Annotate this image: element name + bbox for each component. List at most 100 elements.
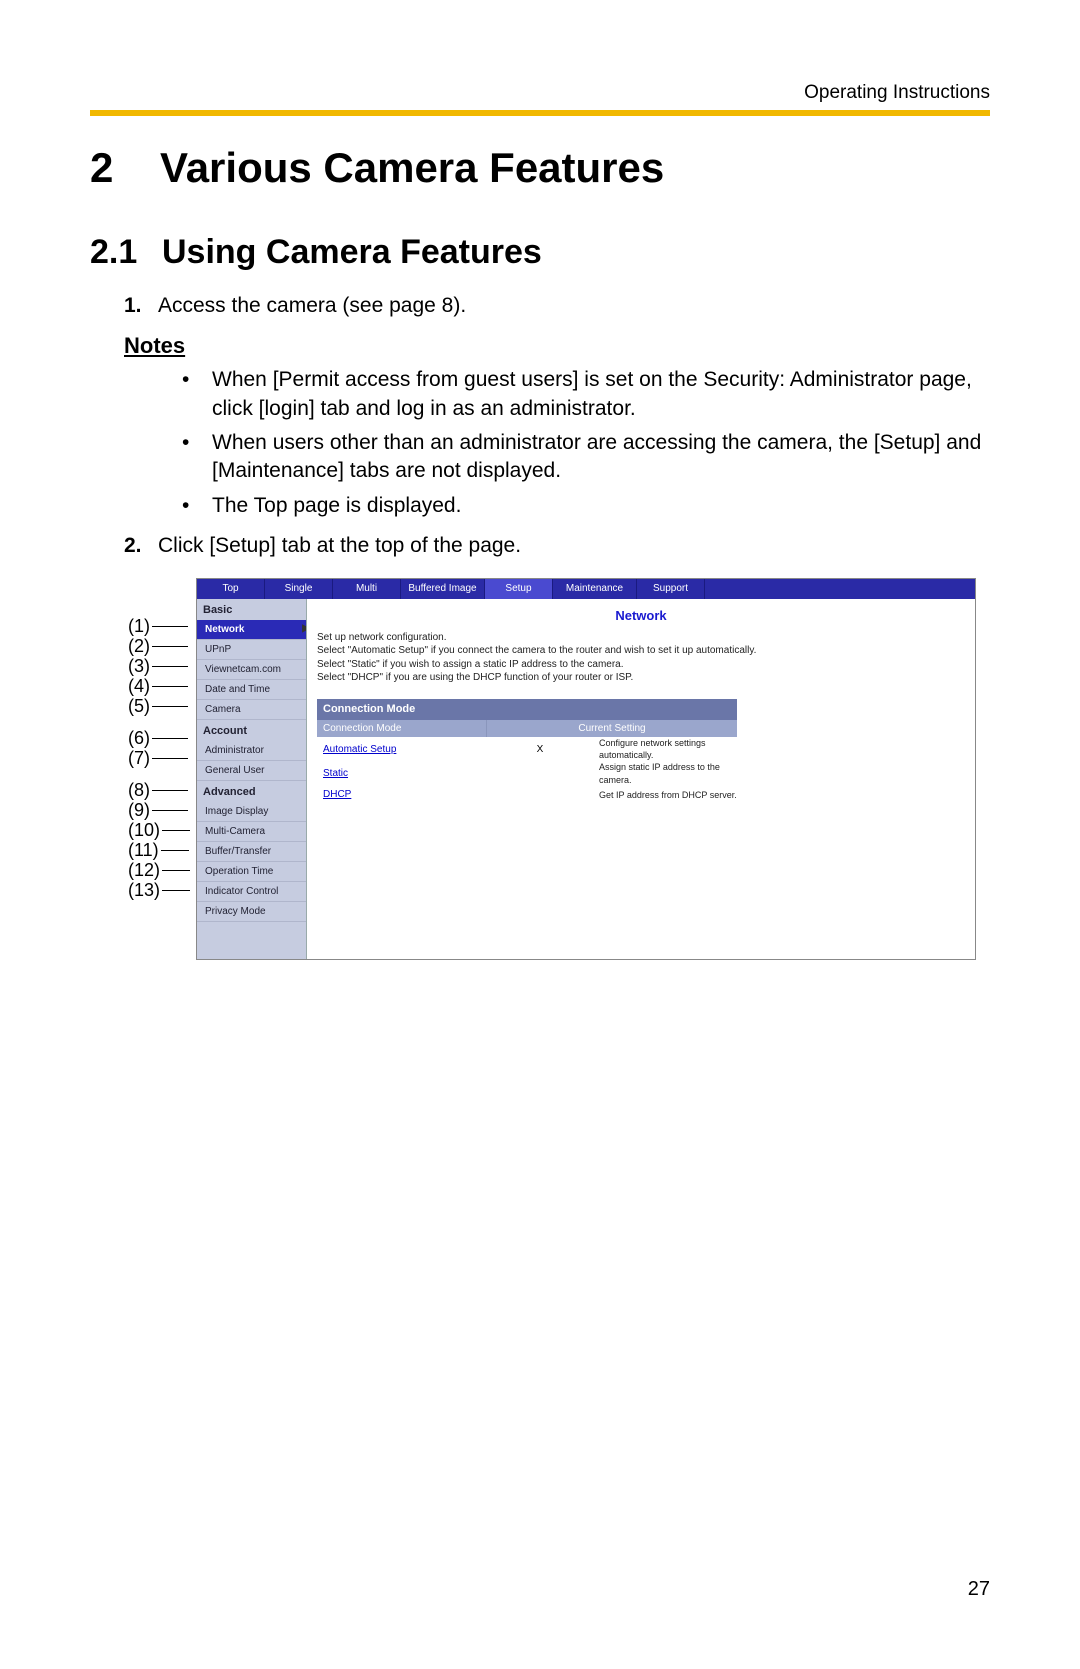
panel-heading: Connection Mode <box>317 699 737 720</box>
running-header: Operating Instructions <box>90 80 990 106</box>
callout-8: (8) <box>128 780 150 800</box>
col-connection-mode: Connection Mode <box>317 720 487 738</box>
connection-mode-panel: Connection Mode Connection Mode Current … <box>317 699 737 804</box>
callout-6: (6) <box>128 728 150 748</box>
callout-1: (1) <box>128 616 150 636</box>
callout-11: (11) <box>128 840 159 860</box>
callout-2: (2) <box>128 636 150 656</box>
sidebar-item-upnp[interactable]: UPnP <box>197 640 306 660</box>
current-setting-value: X <box>487 743 593 757</box>
callout-leader <box>152 666 188 667</box>
callout-leader <box>152 790 188 791</box>
bullet-icon: • <box>182 366 212 423</box>
sidebar-item-buffer-transfer[interactable]: Buffer/Transfer <box>197 842 306 862</box>
setup-screenshot-figure: (1) (2) (3) (4) (5) (6) (7) (8) (9) (10)… <box>196 578 996 960</box>
bullet-icon: • <box>182 429 212 486</box>
section-heading: 2.1Using Camera Features <box>90 230 990 276</box>
tab-setup[interactable]: Setup <box>485 579 553 599</box>
sidebar-item-general-user[interactable]: General User <box>197 761 306 781</box>
desc-line: Select "Automatic Setup" if you connect … <box>317 645 756 656</box>
desc-line: Select "DHCP" if you are using the DHCP … <box>317 672 633 683</box>
sidebar-header-account: Account <box>197 720 306 741</box>
tab-multi[interactable]: Multi <box>333 579 401 599</box>
mode-row-dhcp: DHCP Get IP address from DHCP server. <box>317 786 737 804</box>
callout-leader <box>152 686 188 687</box>
sidebar-item-operation-time[interactable]: Operation Time <box>197 862 306 882</box>
sidebar-item-network[interactable]: Network <box>197 620 306 640</box>
sidebar-header-advanced: Advanced <box>197 781 306 802</box>
sidebar-item-viewnetcam[interactable]: Viewnetcam.com <box>197 660 306 680</box>
chapter-title: Various Camera Features <box>160 144 664 191</box>
step-2: 2. Click [Setup] tab at the top of the p… <box>124 532 990 560</box>
callout-leader <box>161 850 189 851</box>
callout-leader <box>162 890 190 891</box>
callout-leader <box>152 646 188 647</box>
callout-13: (13) <box>128 880 160 900</box>
tab-bar: Top Single Multi Buffered Image Setup Ma… <box>197 579 975 599</box>
setup-content: Network Set up network configuration. Se… <box>307 599 975 959</box>
step-text: Click [Setup] tab at the top of the page… <box>158 532 521 560</box>
section-title: Using Camera Features <box>162 233 542 271</box>
link-dhcp[interactable]: DHCP <box>323 789 351 800</box>
note-item: •When users other than an administrator … <box>182 429 990 486</box>
tab-maintenance[interactable]: Maintenance <box>553 579 637 599</box>
mode-description: Get IP address from DHCP server. <box>593 789 737 801</box>
page-number: 27 <box>968 1576 990 1603</box>
chapter-heading: 2Various Camera Features <box>90 140 990 197</box>
tab-buffered-image[interactable]: Buffered Image <box>401 579 485 599</box>
header-rule <box>90 110 990 116</box>
callout-4: (4) <box>128 676 150 696</box>
tab-single[interactable]: Single <box>265 579 333 599</box>
chapter-number: 2 <box>90 140 160 197</box>
note-text: The Top page is displayed. <box>212 492 461 520</box>
mode-description: Configure network settings automatically… <box>593 737 737 761</box>
note-text: When users other than an administrator a… <box>212 429 990 486</box>
callout-column: (1) (2) (3) (4) (5) (6) (7) (8) (9) (10)… <box>128 616 190 900</box>
callout-leader <box>162 830 190 831</box>
callout-3: (3) <box>128 656 150 676</box>
link-automatic-setup[interactable]: Automatic Setup <box>323 744 396 755</box>
callout-leader <box>152 626 188 627</box>
sidebar-item-multi-camera[interactable]: Multi-Camera <box>197 822 306 842</box>
step-number: 2. <box>124 532 158 560</box>
col-current-setting: Current Setting <box>487 720 737 738</box>
bullet-icon: • <box>182 492 212 520</box>
callout-leader <box>152 706 188 707</box>
callout-leader <box>162 870 190 871</box>
sidebar-item-image-display[interactable]: Image Display <box>197 802 306 822</box>
callout-7: (7) <box>128 748 150 768</box>
setup-sidebar: Basic Network UPnP Viewnetcam.com Date a… <box>197 599 307 959</box>
step-number: 1. <box>124 292 158 320</box>
section-number: 2.1 <box>90 230 162 276</box>
callout-12: (12) <box>128 860 160 880</box>
notes-heading: Notes <box>124 331 990 361</box>
sidebar-item-privacy-mode[interactable]: Privacy Mode <box>197 902 306 922</box>
callout-5: (5) <box>128 696 150 716</box>
note-item: •When [Permit access from guest users] i… <box>182 366 990 423</box>
link-static[interactable]: Static <box>323 768 348 779</box>
content-description: Set up network configuration. Select "Au… <box>317 631 965 685</box>
mode-description: Assign static IP address to the camera. <box>593 761 737 785</box>
sidebar-item-camera[interactable]: Camera <box>197 700 306 720</box>
note-item: •The Top page is displayed. <box>182 492 990 520</box>
mode-row-automatic: Automatic Setup X Configure network sett… <box>317 737 737 761</box>
sidebar-item-date-time[interactable]: Date and Time <box>197 680 306 700</box>
tab-top[interactable]: Top <box>197 579 265 599</box>
sidebar-item-administrator[interactable]: Administrator <box>197 741 306 761</box>
setup-page-screenshot: Top Single Multi Buffered Image Setup Ma… <box>196 578 976 960</box>
panel-subheader: Connection Mode Current Setting <box>317 720 737 738</box>
sidebar-item-indicator-control[interactable]: Indicator Control <box>197 882 306 902</box>
callout-leader <box>152 758 188 759</box>
step-1: 1. Access the camera (see page 8). <box>124 292 990 320</box>
callout-leader <box>152 810 188 811</box>
mode-row-static: Static Assign static IP address to the c… <box>317 761 737 785</box>
callout-10: (10) <box>128 820 160 840</box>
content-title: Network <box>317 607 965 625</box>
desc-line: Select "Static" if you wish to assign a … <box>317 659 624 670</box>
sidebar-header-basic: Basic <box>197 599 306 620</box>
desc-line: Set up network configuration. <box>317 632 447 643</box>
callout-9: (9) <box>128 800 150 820</box>
tab-support[interactable]: Support <box>637 579 705 599</box>
callout-leader <box>152 738 188 739</box>
note-text: When [Permit access from guest users] is… <box>212 366 990 423</box>
